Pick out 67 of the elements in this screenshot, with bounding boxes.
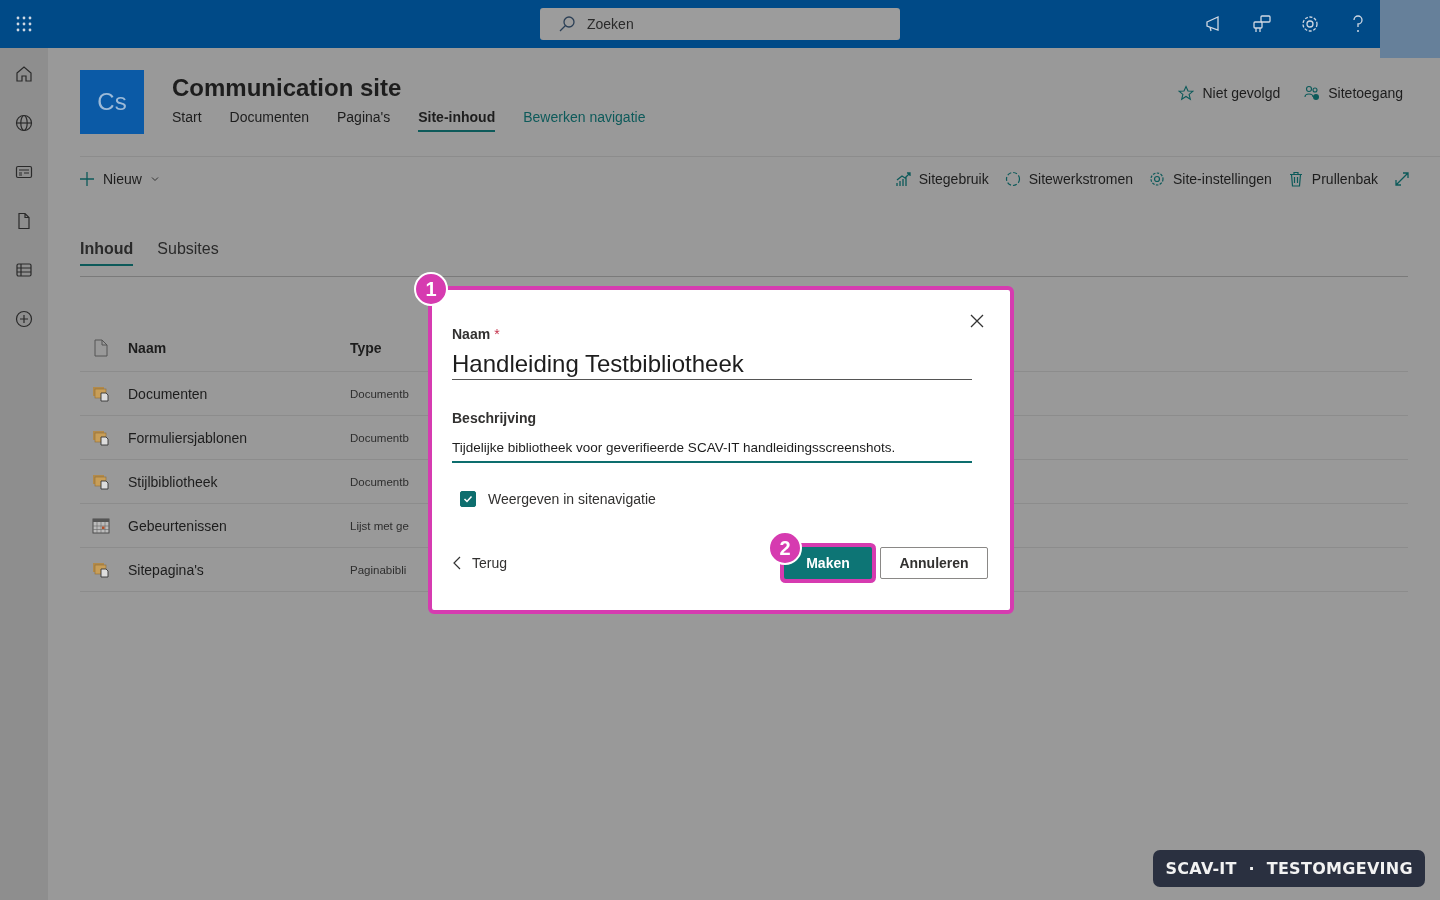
- checkbox[interactable]: [460, 491, 476, 507]
- content-tab[interactable]: Subsites: [157, 240, 219, 266]
- settings-icon: [1149, 171, 1165, 187]
- chat-icon[interactable]: [1252, 14, 1272, 34]
- star-icon: [1178, 85, 1195, 101]
- column-header[interactable]: Naam: [128, 340, 350, 356]
- file-icon: [92, 339, 110, 357]
- step-number-badge: 2: [768, 531, 802, 565]
- close-icon[interactable]: [970, 314, 984, 328]
- expand-icon[interactable]: [1394, 171, 1410, 187]
- field-label: Naam: [452, 326, 491, 342]
- library-icon: [92, 385, 110, 402]
- nav-link[interactable]: Pagina's: [336, 109, 391, 132]
- description-input-field[interactable]: Tijdelijke bibliotheek voor geverifieerde SCAV-IT handleidingsscreenshots.: [452, 440, 972, 463]
- caret-icon: [150, 175, 159, 183]
- cancel-button[interactable]: Annuleren: [880, 547, 988, 579]
- search-field[interactable]: Zoeken: [540, 8, 900, 40]
- field-label: Beschrijving: [452, 410, 537, 426]
- people-icon: [1304, 85, 1321, 101]
- news-icon[interactable]: [15, 163, 33, 181]
- flow-button[interactable]: Sitewerkstromen: [1004, 171, 1133, 187]
- search-icon: [558, 15, 576, 33]
- column-header[interactable]: Type: [350, 340, 382, 356]
- back-button[interactable]: Terug: [452, 555, 508, 571]
- file-icon[interactable]: [15, 212, 33, 230]
- item-name-link[interactable]: Formuliersjablonen: [128, 429, 350, 446]
- trash-button[interactable]: Prullenbak: [1287, 171, 1378, 187]
- item-name-link[interactable]: Stijlbibliotheek: [128, 473, 350, 490]
- table-cell: Documentb: [350, 475, 409, 488]
- library-icon: [92, 473, 110, 490]
- add-icon[interactable]: [15, 310, 33, 328]
- library-icon: [92, 429, 110, 446]
- settings-icon[interactable]: [1300, 14, 1320, 34]
- table-cell: Lijst met ge: [350, 519, 409, 532]
- checkmark-icon: [462, 493, 474, 505]
- new-button[interactable]: Nieuw: [80, 171, 159, 187]
- trash-icon: [1287, 171, 1304, 187]
- site-title: Communication site: [172, 74, 403, 102]
- site-access-button[interactable]: Sitetoegang: [1304, 85, 1403, 101]
- step-number-badge: 1: [414, 272, 448, 306]
- item-name-link[interactable]: Sitepagina's: [128, 561, 350, 578]
- content-tab[interactable]: Inhoud: [80, 240, 134, 266]
- calendar-icon: [92, 517, 110, 534]
- table-cell: Paginabibli: [350, 563, 407, 576]
- nav-link[interactable]: Site-inhoud: [418, 109, 496, 132]
- nav-link[interactable]: Documenten: [229, 109, 309, 132]
- table-cell: Documentb: [350, 431, 409, 444]
- nav-link[interactable]: Start: [172, 109, 202, 132]
- environment-badge: SCAV-IT · TESTOMGEVING: [1153, 850, 1425, 887]
- list-icon[interactable]: [15, 261, 33, 279]
- site-logo[interactable]: Cs: [80, 70, 144, 134]
- item-name-link[interactable]: Documenten: [128, 385, 350, 402]
- table-cell: Documentb: [350, 387, 409, 400]
- required-mark: *: [494, 326, 500, 342]
- chart-icon: [894, 171, 911, 187]
- globe-icon[interactable]: [15, 114, 33, 132]
- follow-button[interactable]: Niet gevolgd: [1178, 85, 1281, 101]
- chart-button[interactable]: Sitegebruik: [894, 171, 989, 187]
- library-icon: [92, 561, 110, 578]
- app-launcher-icon[interactable]: [16, 16, 32, 32]
- checkbox-label[interactable]: Weergeven in sitenavigatie: [488, 491, 656, 507]
- plus-icon: [80, 172, 94, 186]
- item-name-link[interactable]: Gebeurtenissen: [128, 517, 350, 534]
- chevron-left-icon: [452, 556, 462, 570]
- home-icon[interactable]: [15, 65, 33, 83]
- settings-button[interactable]: Site-instellingen: [1149, 171, 1272, 187]
- refresh-icon: [1004, 171, 1021, 187]
